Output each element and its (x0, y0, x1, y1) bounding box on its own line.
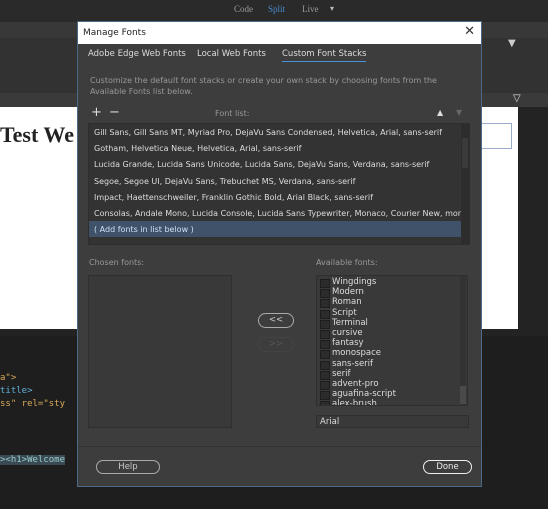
font-item[interactable]: Script (317, 308, 467, 319)
mode-live[interactable]: Live (302, 4, 319, 14)
list-item[interactable]: Segoe, Segoe UI, DejaVu Sans, Trebuchet … (89, 173, 469, 189)
chosen-fonts-label: Chosen fonts: (89, 258, 145, 267)
help-button[interactable]: Help (96, 460, 160, 474)
list-item[interactable]: Gill Sans, Gill Sans MT, Myriad Pro, Dej… (89, 124, 469, 140)
code-line: a"> (0, 373, 17, 383)
divider (78, 446, 481, 447)
font-item[interactable]: alex-brush (317, 399, 467, 405)
selection-box (480, 123, 512, 149)
add-font-button[interactable]: << (258, 313, 294, 328)
mode-split[interactable]: Split (268, 4, 285, 14)
manage-fonts-dialog: Manage Fonts ✕ Adobe Edge Web Fonts Loca… (77, 21, 482, 487)
mode-code[interactable]: Code (234, 4, 253, 14)
list-item[interactable]: Gotham, Helvetica Neue, Helvetica, Arial… (89, 140, 469, 156)
font-item[interactable]: advent-pro (317, 379, 467, 391)
font-list-label: Font list: (215, 109, 250, 118)
available-fonts-label: Available fonts: (316, 258, 378, 267)
scrollbar[interactable] (461, 124, 469, 244)
top-bar: Code Split Live ▾ (0, 0, 548, 22)
remove-font-button[interactable]: >> (258, 337, 294, 352)
available-fonts-list[interactable]: Wingdings Modern Roman Script Terminal cursiv… (316, 275, 468, 406)
font-item[interactable]: monospace (317, 348, 467, 360)
font-item[interactable]: sans-serif (317, 359, 467, 370)
tab-adobe-edge-web-fonts[interactable]: Adobe Edge Web Fonts (88, 49, 186, 59)
list-item[interactable]: Lucida Grande, Lucida Sans Unicode, Luci… (89, 156, 469, 172)
move-up-icon[interactable]: ▲ (437, 108, 443, 117)
code-line: title> (0, 386, 33, 396)
tab-custom-font-stacks[interactable]: Custom Font Stacks (282, 49, 367, 62)
font-item[interactable]: Roman (317, 297, 467, 309)
list-item-selected[interactable]: ( Add fonts in list below ) (89, 221, 462, 238)
code-line: ><h1>Welcome (0, 455, 66, 465)
description: Customize the default font stacks or cre… (90, 76, 437, 96)
font-item[interactable]: aguafina-script (317, 389, 467, 401)
font-name-input[interactable]: Arial (316, 415, 469, 428)
font-list[interactable]: Gill Sans, Gill Sans MT, Myriad Pro, Dej… (88, 123, 470, 245)
done-button[interactable]: Done (423, 460, 472, 474)
dialog-titlebar: Manage Fonts ✕ (78, 22, 481, 44)
move-down-icon[interactable]: ▼ (456, 108, 462, 117)
chevron-down-icon[interactable]: ▾ (330, 4, 334, 13)
design-heading: Test We (0, 122, 74, 147)
code-line: ss" rel="sty (0, 399, 66, 409)
dialog-title: Manage Fonts (83, 28, 146, 38)
font-item[interactable]: Wingdings (317, 277, 467, 289)
tab-local-web-fonts[interactable]: Local Web Fonts (197, 49, 266, 59)
font-item[interactable]: serif (317, 369, 467, 380)
ruler-marker-icon[interactable]: ▽ (513, 93, 521, 104)
close-icon[interactable]: ✕ (464, 24, 475, 39)
font-item[interactable]: fantasy (317, 338, 467, 350)
remove-stack-button[interactable]: − (109, 105, 120, 120)
font-item[interactable]: cursive (317, 328, 467, 340)
list-item[interactable]: Consolas, Andale Mono, Lucida Console, L… (89, 205, 469, 221)
font-item[interactable]: Terminal (317, 318, 467, 329)
scrollbar-thumb[interactable] (462, 138, 468, 168)
list-item[interactable]: Impact, Haettenschweiler, Franklin Gothi… (89, 189, 469, 205)
filter-icon[interactable]: ▼ (508, 38, 516, 49)
font-item[interactable]: Modern (317, 287, 467, 299)
chosen-fonts-list[interactable] (88, 275, 232, 428)
add-stack-button[interactable]: + (91, 105, 102, 120)
